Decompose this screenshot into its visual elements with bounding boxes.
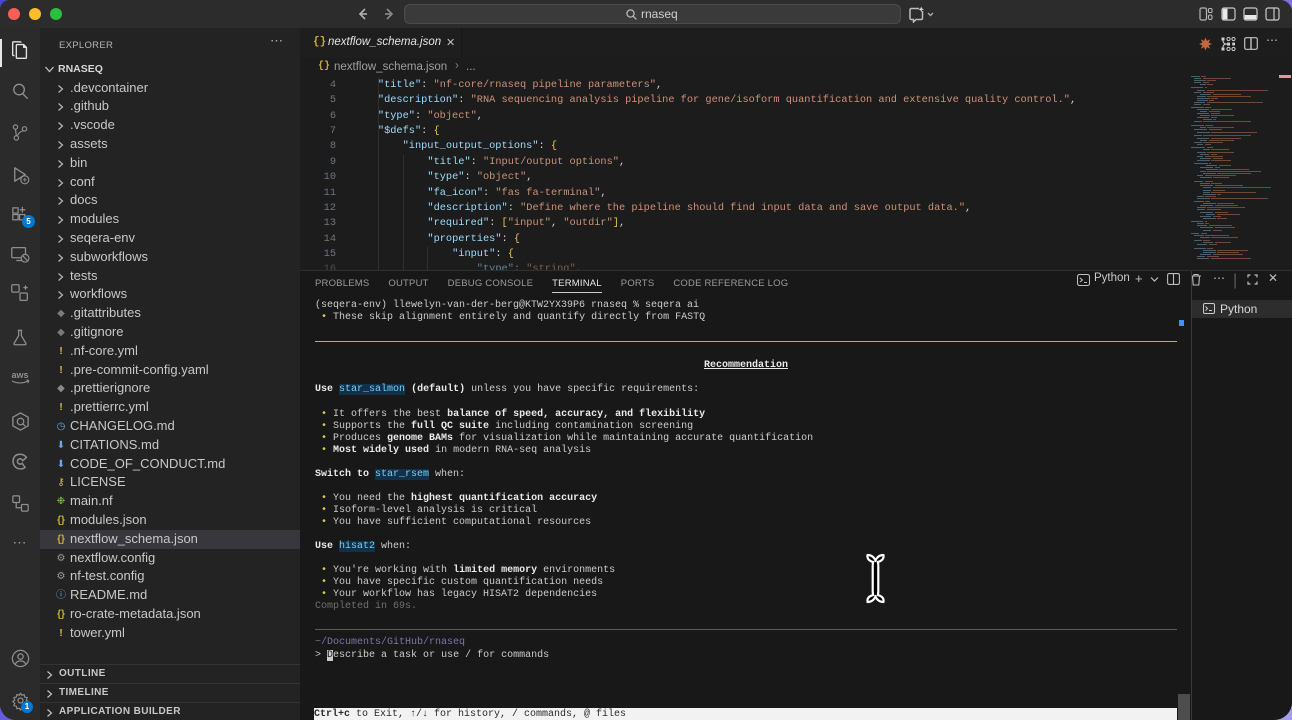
svg-text:aws: aws bbox=[11, 370, 28, 380]
